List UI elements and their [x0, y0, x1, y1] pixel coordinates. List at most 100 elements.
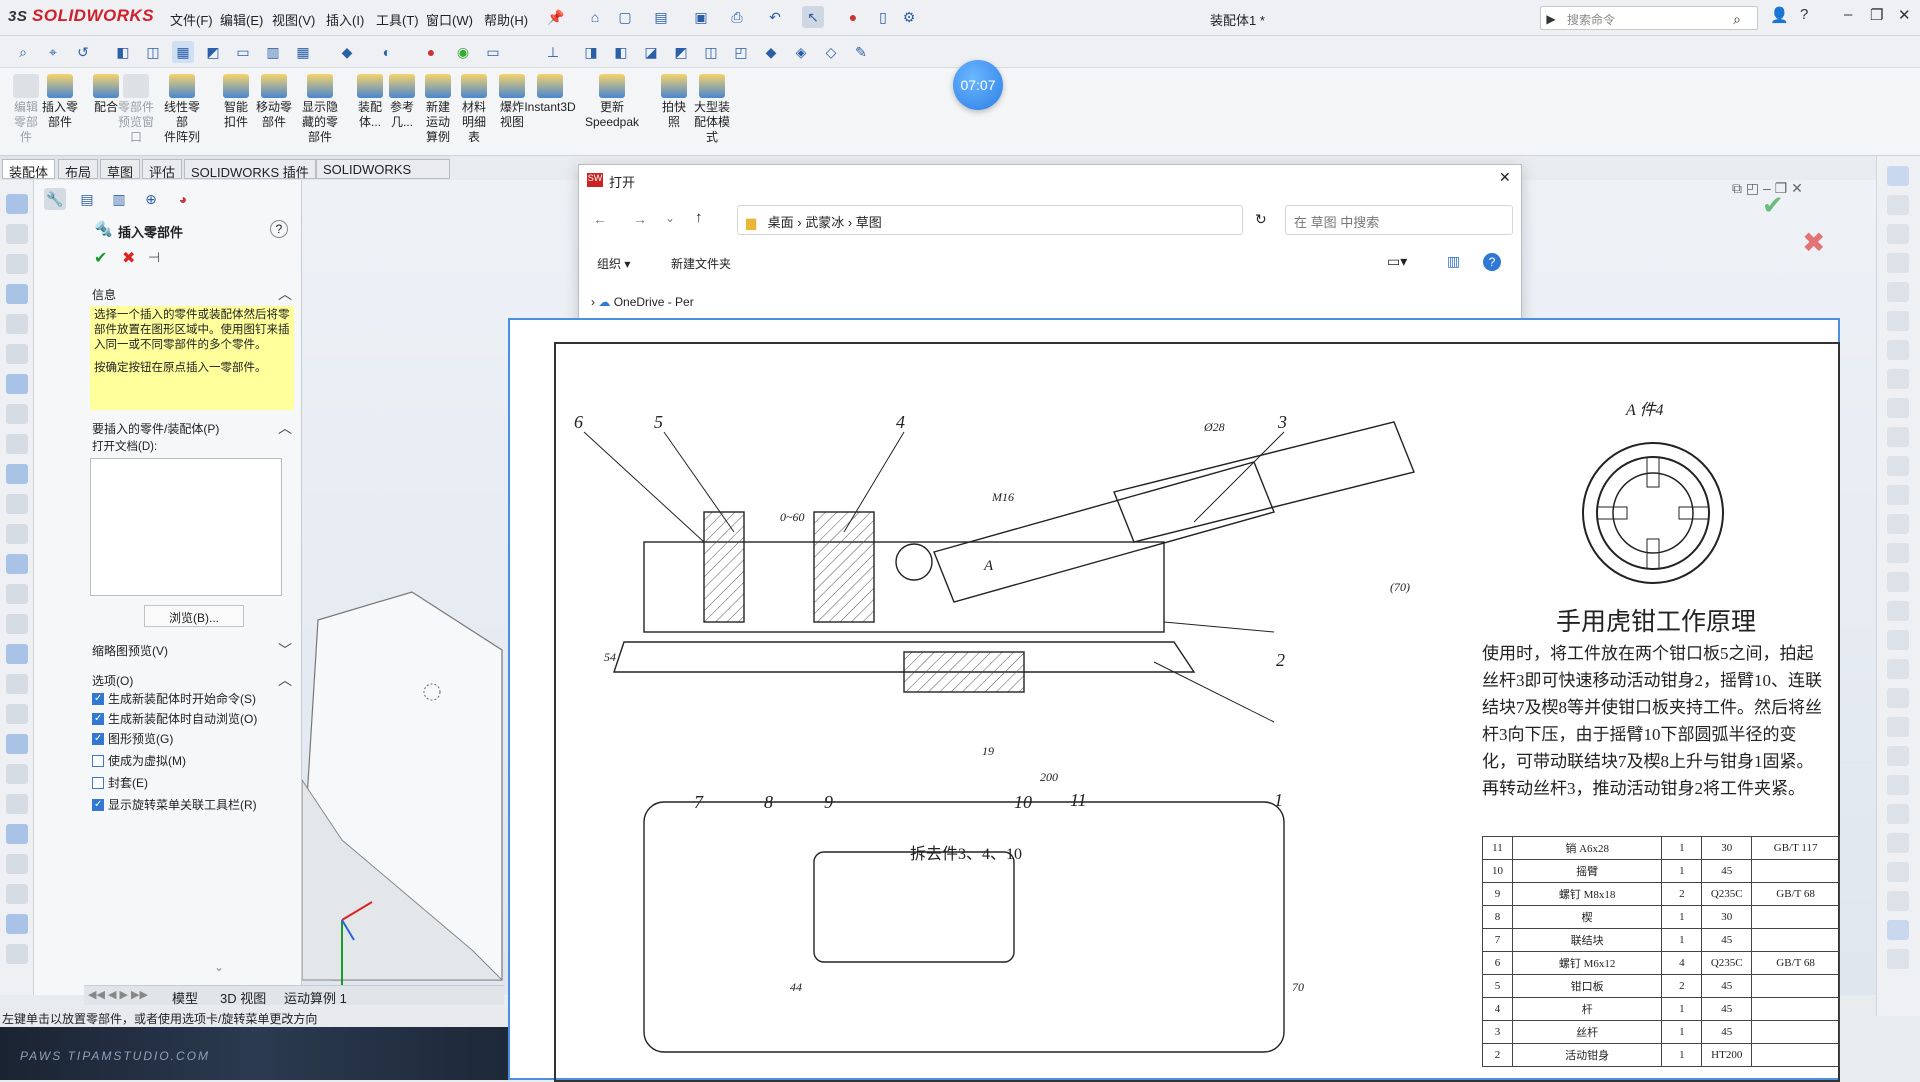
ribbon-button-13[interactable]: Instant3D [522, 74, 578, 115]
task-pane-tool-icon[interactable] [1887, 833, 1909, 853]
task-pane-tool-icon[interactable] [1887, 688, 1909, 708]
task-pane-tool-icon[interactable] [1887, 920, 1909, 940]
checkbox-icon[interactable] [92, 692, 104, 706]
browse-button[interactable]: 浏览(B)... [144, 605, 244, 627]
sketch-tool-icon[interactable] [6, 944, 28, 964]
task-pane-tool-icon[interactable] [1887, 398, 1909, 418]
back-view-icon[interactable]: ◧ [610, 41, 632, 63]
recent-dropdown-icon[interactable]: ⌄ [665, 211, 675, 225]
task-pane-tool-icon[interactable] [1887, 340, 1909, 360]
sketch-tool-icon[interactable] [6, 794, 28, 814]
ribbon-button-7[interactable]: 显示隐 藏的零 部件 [298, 74, 342, 145]
right-view-icon[interactable]: ◩ [670, 41, 692, 63]
info-section-title[interactable]: 信息 [92, 286, 116, 303]
close-icon[interactable]: ✕ [1898, 6, 1911, 24]
tab-scroll-arrows-icon[interactable]: ◀◀ ◀ ▶ ▶▶ [88, 988, 148, 1001]
hide-show-icon[interactable]: ◩ [202, 41, 224, 63]
menu-tools[interactable]: 工具(T) [376, 10, 419, 29]
trimetric-view-icon[interactable]: ◈ [790, 41, 812, 63]
breadcrumb-sketch[interactable]: 草图 [856, 215, 882, 230]
print-icon[interactable]: ⎙ [726, 6, 748, 28]
checkbox-icon[interactable] [92, 732, 104, 746]
task-pane-tool-icon[interactable] [1887, 659, 1909, 679]
cancel-x-icon[interactable]: ✖ [122, 248, 135, 268]
nav-tree-item[interactable]: › ☁ OneDrive - Per [591, 295, 694, 309]
chevron-up-icon[interactable]: ︿ [278, 670, 292, 690]
feature-manager-tab-icon[interactable]: 🔧 [44, 188, 66, 210]
dialog-close-icon[interactable]: ✕ [1499, 169, 1511, 186]
section-view-icon[interactable]: ◧ [112, 41, 134, 63]
task-pane-tool-icon[interactable] [1887, 456, 1909, 476]
task-pane-tool-icon[interactable] [1887, 514, 1909, 534]
up-arrow-icon[interactable]: ↑ [695, 209, 703, 226]
task-pane-tool-icon[interactable] [1887, 253, 1909, 273]
thumbnail-section-title[interactable]: 缩略图预览(V) [92, 642, 168, 659]
two-view-icon[interactable]: ▥ [262, 41, 284, 63]
menu-view[interactable]: 视图(V) [272, 10, 315, 29]
task-pane-tool-icon[interactable] [1887, 427, 1909, 447]
ribbon-button-6[interactable]: 移动零 部件 [252, 74, 296, 130]
checkbox-icon[interactable] [92, 755, 104, 767]
dialog-search-input[interactable]: 在 草图 中搜索 [1285, 205, 1513, 235]
tab-sketch[interactable]: 草图 [100, 159, 141, 180]
organize-button[interactable]: 组织 ▾ [597, 255, 630, 272]
open-documents-list[interactable] [90, 458, 282, 596]
monitor-icon[interactable]: ▭ [482, 41, 504, 63]
checkbox-icon[interactable] [92, 712, 104, 726]
task-pane-tool-icon[interactable] [1887, 891, 1909, 911]
checkbox-icon[interactable] [92, 798, 104, 812]
task-pane-tool-icon[interactable] [1887, 369, 1909, 389]
sketch-tool-icon[interactable] [6, 284, 28, 304]
sketch-tool-icon[interactable] [6, 584, 28, 604]
previous-view-icon[interactable]: ↺ [72, 41, 94, 63]
single-view-icon[interactable]: ▭ [232, 41, 254, 63]
configuration-manager-tab-icon[interactable]: ▥ [108, 188, 130, 210]
task-pane-tool-icon[interactable] [1887, 543, 1909, 563]
cube-icon[interactable]: ◆ [336, 41, 358, 63]
sketch-tool-icon[interactable] [6, 224, 28, 244]
traffic-light-icon[interactable]: ● [842, 6, 864, 28]
view-mode-icon[interactable]: ▭▾ [1387, 253, 1407, 270]
sketch-tool-icon[interactable] [6, 704, 28, 724]
chevron-up-icon[interactable]: ︿ [278, 418, 292, 438]
sketch-tool-icon[interactable] [6, 254, 28, 274]
sketch-tool-icon[interactable] [6, 344, 28, 364]
scroll-down-icon[interactable]: ⌄ [214, 960, 224, 974]
option-checkbox-4[interactable]: 封套(E) [92, 776, 292, 790]
ribbon-button-14[interactable]: 更新 Speedpak [584, 74, 640, 130]
scene-icon[interactable]: ◉ [452, 41, 474, 63]
four-view-icon[interactable]: ▦ [292, 41, 314, 63]
task-pane-tool-icon[interactable] [1887, 804, 1909, 824]
tab-assembly[interactable]: 装配体 [2, 159, 56, 180]
task-pane-tool-icon[interactable] [1887, 572, 1909, 592]
isometric-view-icon[interactable]: ◆ [760, 41, 782, 63]
sketch-tool-icon[interactable] [6, 644, 28, 664]
preview-pane-icon[interactable]: ▥ [1447, 253, 1460, 270]
menu-window[interactable]: 窗口(W) [426, 10, 473, 29]
menu-edit[interactable]: 编辑(E) [220, 10, 263, 29]
sketch-tool-icon[interactable] [6, 494, 28, 514]
back-arrow-icon[interactable]: ← [593, 211, 607, 227]
tab-motion-study[interactable]: 运动算例 1 [284, 988, 347, 1007]
option-checkbox-0[interactable]: 生成新装配体时开始命令(S) [92, 692, 292, 706]
search-icon[interactable]: ⌕ [1726, 8, 1748, 30]
reference-axis-icon[interactable]: ⊥ [542, 41, 564, 63]
hide-items-icon[interactable]: ◐ [376, 41, 398, 63]
sketch-tool-icon[interactable] [6, 854, 28, 874]
ribbon-button-16[interactable]: 大型装 配体模 式 [690, 74, 734, 145]
new-folder-button[interactable]: 新建文件夹 [671, 255, 731, 272]
task-pane-tool-icon[interactable] [1887, 224, 1909, 244]
tab-model[interactable]: 模型 [172, 988, 198, 1007]
task-pane-tool-icon[interactable] [1887, 949, 1909, 969]
open-folder-icon[interactable]: ▤ [650, 6, 672, 28]
address-bar[interactable]: ▆ 桌面 › 武蒙冰 › 草图 [737, 205, 1243, 235]
task-pane-tool-icon[interactable] [1887, 862, 1909, 882]
ribbon-button-3[interactable]: 零部件 预览窗 口 [114, 74, 158, 145]
front-view-icon[interactable]: ◨ [580, 41, 602, 63]
pencil-icon[interactable]: ✎ [850, 41, 872, 63]
ok-check-icon[interactable]: ✔ [94, 248, 107, 268]
sketch-tool-icon[interactable] [6, 314, 28, 334]
task-pane-tool-icon[interactable] [1887, 311, 1909, 331]
sketch-tool-icon[interactable] [6, 374, 28, 394]
task-pane-tool-icon[interactable] [1887, 485, 1909, 505]
